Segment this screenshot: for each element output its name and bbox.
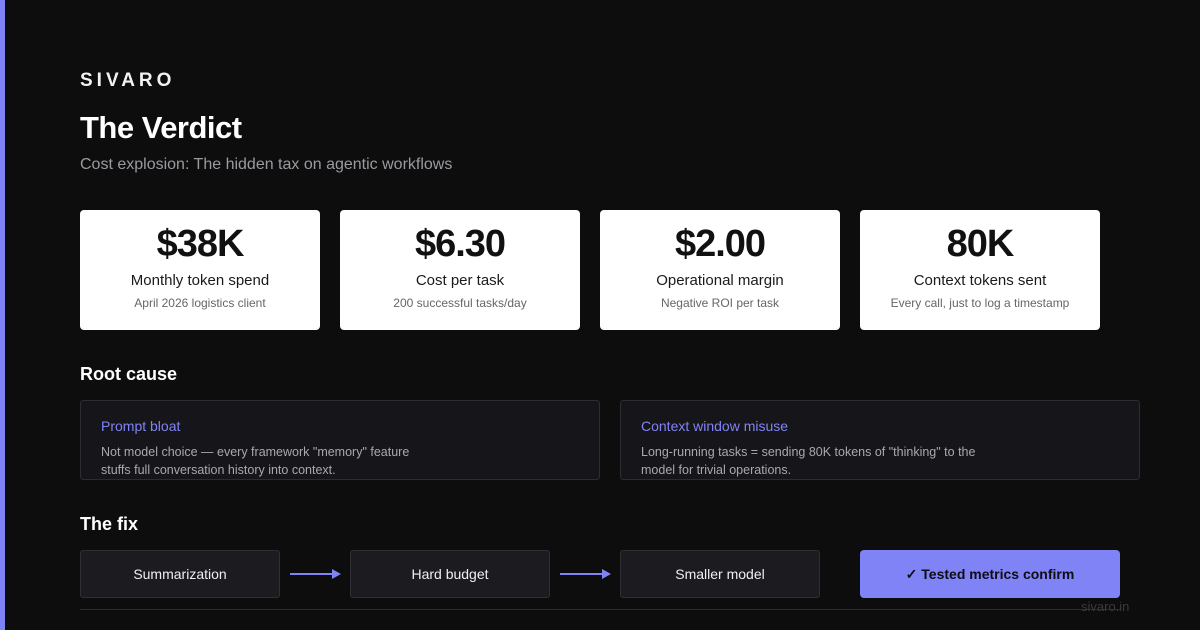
metric-label: Context tokens sent bbox=[913, 272, 1047, 289]
fix-step-smaller-model: Smaller model bbox=[620, 550, 820, 598]
metric-label: Cost per task bbox=[415, 272, 505, 289]
metric-note: Negative ROI per task bbox=[660, 296, 780, 310]
metric-card-cost-per-task: $6.30 Cost per task 200 successful tasks… bbox=[340, 210, 580, 330]
fix-result-badge: ✓ Tested metrics confirm bbox=[860, 550, 1120, 598]
page-subtitle: Cost explosion: The hidden tax on agenti… bbox=[80, 156, 453, 173]
cause-card-prompt-bloat: Prompt bloat Not model choice — every fr… bbox=[80, 400, 600, 480]
verdict-slide: SIVARO The Verdict Cost explosion: The h… bbox=[0, 0, 1200, 630]
metric-value: 80K bbox=[946, 223, 1015, 265]
footer-url: sivaro.in bbox=[1081, 599, 1130, 614]
metric-card-monthly-spend: $38K Monthly token spend April 2026 logi… bbox=[80, 210, 320, 330]
metric-value: $2.00 bbox=[674, 223, 766, 265]
cause-description: Long-running tasks = sending 80K tokens … bbox=[641, 445, 976, 477]
cause-description: Not model choice — every framework "memo… bbox=[101, 445, 410, 477]
metrics-row: $38K Monthly token spend April 2026 logi… bbox=[80, 210, 1100, 330]
cause-card-context-misuse: Context window misuse Long-running tasks… bbox=[620, 400, 1140, 480]
fix-step-summarization: Summarization bbox=[80, 550, 280, 598]
divider bbox=[80, 609, 1120, 610]
metric-card-context-tokens: 80K Context tokens sent Every call, just… bbox=[860, 210, 1100, 330]
cause-title: Context window misuse bbox=[641, 418, 789, 434]
fix-step-hard-budget: Hard budget bbox=[350, 550, 550, 598]
metric-card-operational-margin: $2.00 Operational margin Negative ROI pe… bbox=[600, 210, 840, 330]
metric-value: $6.30 bbox=[414, 223, 506, 265]
metric-label: Monthly token spend bbox=[130, 272, 270, 289]
metric-label: Operational margin bbox=[656, 272, 784, 289]
fix-flow: Summarization Hard budget Smaller model … bbox=[80, 550, 1120, 598]
metric-note: Every call, just to log a timestamp bbox=[890, 296, 1070, 310]
brand-logo: SIVARO bbox=[80, 70, 176, 91]
root-cause-heading: Root cause bbox=[80, 364, 178, 384]
page-title: The Verdict bbox=[80, 110, 242, 145]
root-cause-row: Prompt bloat Not model choice — every fr… bbox=[80, 400, 1140, 480]
metric-value: $38K bbox=[156, 223, 245, 265]
accent-bar bbox=[0, 0, 5, 630]
arrow-right-icon bbox=[560, 569, 611, 579]
metric-note: April 2026 logistics client bbox=[134, 296, 266, 310]
metric-note: 200 successful tasks/day bbox=[393, 296, 527, 310]
arrow-right-icon bbox=[290, 569, 341, 579]
cause-title: Prompt bloat bbox=[101, 418, 181, 434]
fix-heading: The fix bbox=[80, 514, 139, 534]
